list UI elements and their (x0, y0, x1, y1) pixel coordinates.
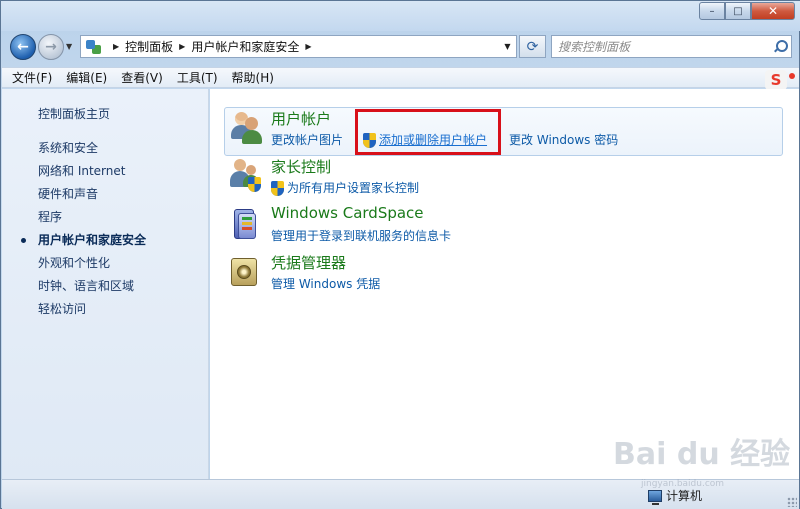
category-title-user-accounts[interactable]: 用户帐户 (271, 108, 331, 129)
category-links: 管理 Windows 凭据 (271, 275, 380, 292)
user-accounts-icon[interactable] (228, 111, 262, 145)
sidebar-list: 系统和安全 网络和 Internet 硬件和声音 程序 用户帐户和家庭安全 外观… (21, 137, 147, 321)
menu-tools[interactable]: 工具(T) (177, 69, 218, 86)
minimize-button[interactable]: – (699, 2, 725, 20)
link-manage-info-cards[interactable]: 管理用于登录到联机服务的信息卡 (271, 227, 451, 244)
maximize-button[interactable]: □ (725, 2, 751, 20)
menu-edit[interactable]: 编辑(E) (66, 69, 107, 86)
category-links: 管理用于登录到联机服务的信息卡 (271, 227, 451, 244)
ime-sogou-icon[interactable]: S (765, 70, 795, 90)
control-panel-icon (85, 39, 103, 55)
active-bullet-icon (21, 238, 26, 243)
address-dropdown-icon[interactable]: ▼ (499, 36, 516, 57)
status-computer-label: 计算机 (666, 489, 703, 503)
title-bar[interactable] (1, 1, 800, 31)
history-dropdown-icon[interactable]: ▼ (66, 42, 72, 51)
parental-controls-icon[interactable] (228, 159, 262, 193)
back-button[interactable]: ← (10, 34, 36, 60)
search-box[interactable]: 搜索控制面板 (551, 35, 792, 58)
menu-help[interactable]: 帮助(H) (232, 69, 274, 86)
ime-status-dot (789, 73, 795, 79)
link-setup-parental-controls[interactable]: 为所有用户设置家长控制 (287, 179, 419, 196)
link-change-password[interactable]: 更改 Windows 密码 (509, 131, 618, 148)
resize-grip[interactable] (787, 497, 797, 507)
sidebar-item-system-security[interactable]: 系统和安全 (38, 137, 146, 160)
watermark-url: jingyan.baidu.com (641, 479, 725, 489)
breadcrumb-control-panel[interactable]: 控制面板 (125, 38, 173, 55)
ime-label: S (770, 71, 782, 89)
breadcrumb-user-accounts[interactable]: 用户帐户和家庭安全 (191, 38, 299, 55)
menu-view[interactable]: 查看(V) (121, 69, 163, 86)
category-title-parental-controls[interactable]: 家长控制 (271, 156, 331, 177)
window-controls: – □ ✕ (699, 2, 795, 20)
menu-file[interactable]: 文件(F) (12, 69, 52, 86)
sidebar-item-hardware-sound[interactable]: 硬件和声音 (38, 183, 146, 206)
credential-manager-icon[interactable] (228, 255, 262, 289)
explorer-window: – □ ✕ ← → ▼ ▶ 控制面板 ▶ 用户帐户和家庭安全 ▶ ▼ ⟳ 搜索控… (0, 0, 800, 509)
sidebar-item-ease-of-access[interactable]: 轻松访问 (38, 298, 146, 321)
chevron-right-icon[interactable]: ▶ (305, 42, 311, 51)
sidebar-item-user-accounts[interactable]: 用户帐户和家庭安全 (21, 229, 147, 252)
main-content: 用户帐户 更改帐户图片 添加或删除用户帐户 更改 Windows 密码 家长控制… (210, 89, 799, 479)
search-icon[interactable] (773, 39, 788, 53)
watermark-logo: Bai du 经验 (613, 437, 791, 472)
category-title-credential-manager[interactable]: 凭据管理器 (271, 252, 346, 273)
search-input[interactable]: 搜索控制面板 (558, 38, 630, 55)
forward-button[interactable]: → (38, 34, 64, 60)
chevron-right-icon[interactable]: ▶ (113, 42, 119, 51)
sidebar-item-programs[interactable]: 程序 (38, 206, 146, 229)
close-button[interactable]: ✕ (751, 2, 795, 20)
navigation-bar: ← → ▼ ▶ 控制面板 ▶ 用户帐户和家庭安全 ▶ ▼ ⟳ 搜索控制面板 (1, 31, 800, 63)
link-manage-windows-credentials[interactable]: 管理 Windows 凭据 (271, 275, 380, 292)
category-links: 为所有用户设置家长控制 (271, 179, 419, 196)
sidebar-item-label: 用户帐户和家庭安全 (38, 233, 147, 247)
cardspace-icon[interactable] (228, 207, 262, 241)
status-computer: 计算机 (648, 487, 703, 505)
refresh-button[interactable]: ⟳ (519, 35, 546, 58)
address-bar[interactable]: ▶ 控制面板 ▶ 用户帐户和家庭安全 ▶ ▼ (80, 35, 517, 58)
highlight-annotation-box (355, 109, 501, 155)
chevron-right-icon[interactable]: ▶ (179, 42, 185, 51)
computer-icon (648, 489, 662, 505)
sidebar: 控制面板主页 系统和安全 网络和 Internet 硬件和声音 程序 用户帐户和… (2, 89, 209, 479)
sidebar-item-clock-language[interactable]: 时钟、语言和区域 (38, 275, 146, 298)
sidebar-item-appearance[interactable]: 外观和个性化 (38, 252, 146, 275)
category-title-cardspace[interactable]: Windows CardSpace (271, 204, 424, 222)
link-change-picture[interactable]: 更改帐户图片 (271, 131, 343, 148)
sidebar-item-network[interactable]: 网络和 Internet (38, 160, 146, 183)
sidebar-home-link[interactable]: 控制面板主页 (38, 105, 110, 122)
menu-bar: 文件(F) 编辑(E) 查看(V) 工具(T) 帮助(H) S (2, 67, 799, 90)
uac-shield-icon (271, 181, 284, 196)
